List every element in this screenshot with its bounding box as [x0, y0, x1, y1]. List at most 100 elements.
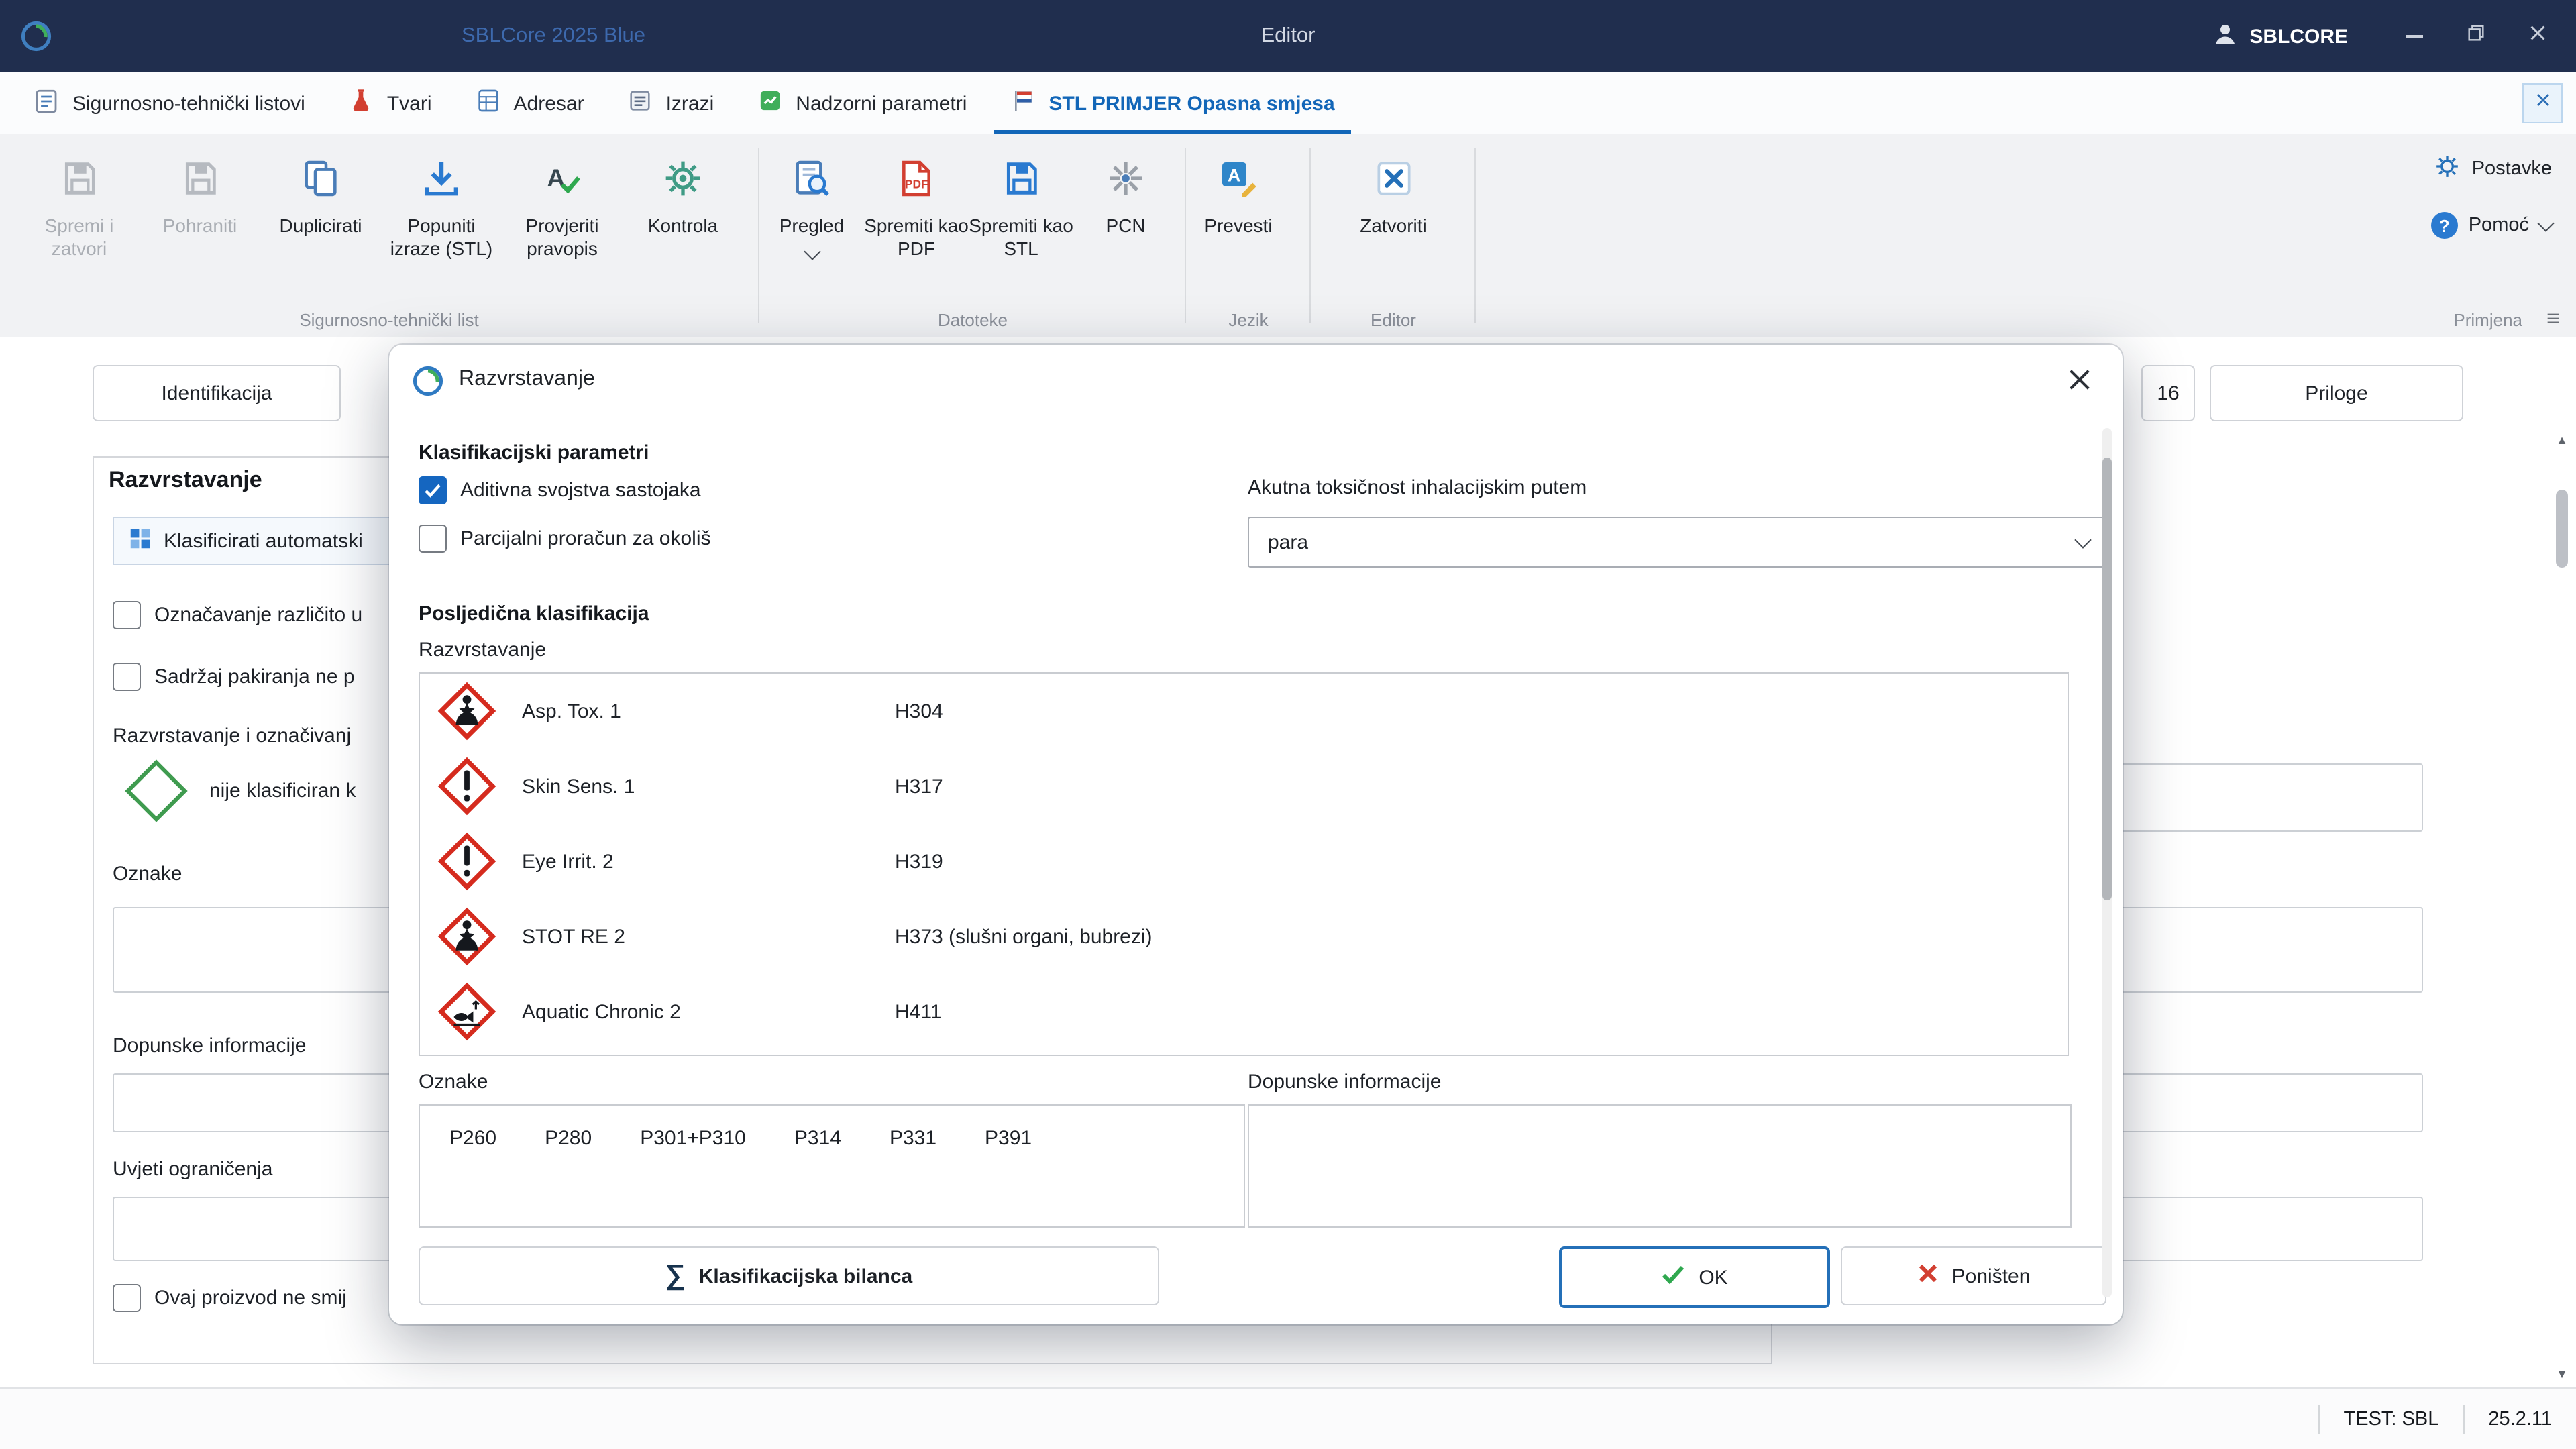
additional-info-box[interactable]: [1248, 1104, 2072, 1228]
checkbox-package-content[interactable]: Sadržaj pakiranja ne p: [113, 663, 355, 691]
svg-text:PDF: PDF: [905, 178, 928, 191]
translate-icon: A: [1217, 150, 1260, 207]
close-button[interactable]: [2506, 0, 2568, 72]
minimize-button[interactable]: [2383, 0, 2445, 72]
document-tabbar: Sigurnosno-tehnički listovi Tvari Adresa…: [0, 72, 2576, 136]
save-as-stl-button[interactable]: Spremiti kao STL: [969, 145, 1073, 260]
scroll-down-icon[interactable]: ▼: [2552, 1367, 2572, 1381]
params-header: Klasifikacijski parametri: [419, 441, 649, 464]
section-button-identifikacija[interactable]: Identifikacija: [93, 365, 341, 421]
not-classified-label: nije klasificiran k: [209, 780, 356, 802]
dialog-scrollbar-thumb[interactable]: [2102, 458, 2112, 900]
classification-dialog: Razvrstavanje Klasifikacijski parametri …: [389, 345, 2123, 1324]
classification-balance-button[interactable]: ∑ Klasifikacijska bilanca: [419, 1246, 1159, 1305]
p-code: P314: [794, 1127, 841, 1150]
ribbon-group-datoteke: Pregled PDF Spremiti kao PDF Spremiti ka…: [759, 134, 1186, 337]
classification-row[interactable]: Asp. Tox. 1 H304: [420, 674, 2068, 749]
ok-button[interactable]: OK: [1559, 1246, 1830, 1308]
app-window: SBLCore 2025 Blue Editor SBLCORE: [0, 0, 2576, 1449]
labels-label: Oznake: [419, 1071, 488, 1093]
labels-label: Oznake: [113, 863, 182, 885]
pdf-icon: PDF: [895, 150, 938, 207]
flask-icon: [348, 87, 375, 119]
classification-row[interactable]: Aquatic Chronic 2 H411: [420, 974, 2068, 1049]
checkbox-additive-properties[interactable]: Aditivna svojstva sastojaka: [419, 476, 701, 504]
classification-row[interactable]: Eye Irrit. 2 H319: [420, 824, 2068, 899]
cancel-button[interactable]: Poništen: [1841, 1246, 2106, 1305]
dialog-logo-icon: [411, 364, 445, 405]
checkbox-labeling-different[interactable]: Označavanje različito u: [113, 601, 362, 629]
checkbox-icon: [113, 601, 141, 629]
control-button[interactable]: Kontrola: [623, 145, 743, 237]
tab-nadzorni-parametri[interactable]: Nadzorni parametri: [735, 72, 988, 134]
tab-label: Tvari: [387, 92, 432, 115]
tab-label: STL PRIMJER Opasna smjesa: [1049, 92, 1334, 115]
translate-button[interactable]: A Prevesti: [1186, 145, 1291, 237]
checkbox-product-restriction[interactable]: Ovaj proizvod ne smij: [113, 1284, 347, 1312]
store-button[interactable]: Pohraniti: [140, 145, 260, 237]
checkbox-checked-icon: [419, 476, 447, 504]
vertical-scrollbar[interactable]: ▲ ▼: [2552, 433, 2572, 1381]
chevron-down-icon: [2537, 214, 2554, 231]
restore-icon: [2465, 23, 2485, 50]
classification-row[interactable]: STOT RE 2 H373 (slušni organi, bubrezi): [420, 899, 2068, 974]
spellcheck-button[interactable]: A Provjeriti pravopis: [502, 145, 623, 260]
tab-stl-primjer-opasna-smjesa[interactable]: STL PRIMJER Opasna smjesa: [988, 72, 1356, 134]
list-label: Razvrstavanje: [419, 639, 546, 661]
classification-name: STOT RE 2: [522, 925, 895, 948]
additional-info-label: Dopunske informacije: [113, 1034, 307, 1057]
save-as-pdf-button[interactable]: PDF Spremiti kao PDF: [864, 145, 969, 260]
scroll-up-icon[interactable]: ▲: [2552, 433, 2572, 447]
flag-icon: [1010, 87, 1036, 119]
ribbon-group-editor: Zatvoriti Editor: [1311, 134, 1476, 337]
tab-izrazi[interactable]: Izrazi: [606, 72, 736, 134]
classification-row[interactable]: Skin Sens. 1 H317: [420, 749, 2068, 824]
close-icon: [2527, 23, 2547, 50]
tab-sigurnosno-tehnicki-listovi[interactable]: Sigurnosno-tehnički listovi: [11, 72, 327, 134]
scrollbar-thumb[interactable]: [2556, 490, 2568, 568]
tab-close-button[interactable]: [2522, 83, 2563, 123]
ribbon-group-primjena: Postavke ? Pomoć Primjena ≡: [2348, 134, 2576, 337]
section-button-16[interactable]: 16: [2141, 365, 2195, 421]
p-codes-box[interactable]: P260 P280 P301+P310 P314 P331 P391: [419, 1104, 1245, 1228]
classification-name: Aquatic Chronic 2: [522, 1000, 895, 1023]
document-list-icon: [32, 87, 60, 120]
save-close-button[interactable]: Spremi i zatvori: [19, 145, 140, 260]
window-title: Editor: [1261, 0, 1316, 72]
tab-tvari[interactable]: Tvari: [327, 72, 453, 134]
hazard-code: H317: [895, 775, 943, 798]
inhalation-dropdown[interactable]: para: [1248, 517, 2109, 568]
classification-name: Asp. Tox. 1: [522, 700, 895, 722]
starburst-icon: [1104, 150, 1147, 207]
tab-label: Adresar: [514, 92, 584, 115]
dialog-title: Razvrstavanje: [459, 368, 595, 392]
tab-adresar[interactable]: Adresar: [453, 72, 606, 134]
duplicate-button[interactable]: Duplicirati: [260, 145, 381, 237]
editor-content: Identifikacija 16 Priloge Razvrstavanje …: [0, 337, 2576, 1389]
help-button[interactable]: ? Pomoć: [2431, 212, 2552, 239]
app-title: SBLCore 2025 Blue: [462, 0, 645, 72]
close-editor-button[interactable]: Zatvoriti: [1333, 145, 1454, 237]
pcn-button[interactable]: PCN: [1073, 145, 1178, 237]
ribbon-group-stl: Spremi i zatvori Pohraniti Duplicirati P…: [19, 134, 759, 337]
hazard-code: H319: [895, 850, 943, 873]
account-button[interactable]: SBLCORE: [2210, 19, 2348, 53]
ribbon-group-jezik: A Prevesti Jezik: [1186, 134, 1311, 337]
test-mode-label: TEST: SBL: [2344, 1408, 2439, 1430]
fill-phrases-button[interactable]: Popuniti izraze (STL): [381, 145, 502, 260]
settings-button[interactable]: Postavke: [2434, 153, 2552, 185]
ribbon-group-label: Datoteke: [759, 310, 1186, 330]
statusbar-divider: [2463, 1404, 2464, 1434]
checkbox-icon: [419, 525, 447, 553]
checkbox-partial-environment[interactable]: Parcijalni proračun za okoliš: [419, 525, 711, 553]
ribbon-group-label: Sigurnosno-tehnički list: [19, 310, 759, 330]
section-button-priloge[interactable]: Priloge: [2210, 365, 2463, 421]
maximize-button[interactable]: [2445, 0, 2506, 72]
tab-label: Izrazi: [666, 92, 714, 115]
p-code: P301+P310: [640, 1127, 746, 1150]
result-header: Posljedična klasifikacija: [419, 602, 649, 625]
preview-button[interactable]: Pregled: [759, 145, 864, 258]
menu-icon[interactable]: ≡: [2546, 306, 2560, 333]
dialog-close-button[interactable]: [2066, 366, 2093, 400]
ghs07-exclamation-icon: [436, 755, 498, 817]
